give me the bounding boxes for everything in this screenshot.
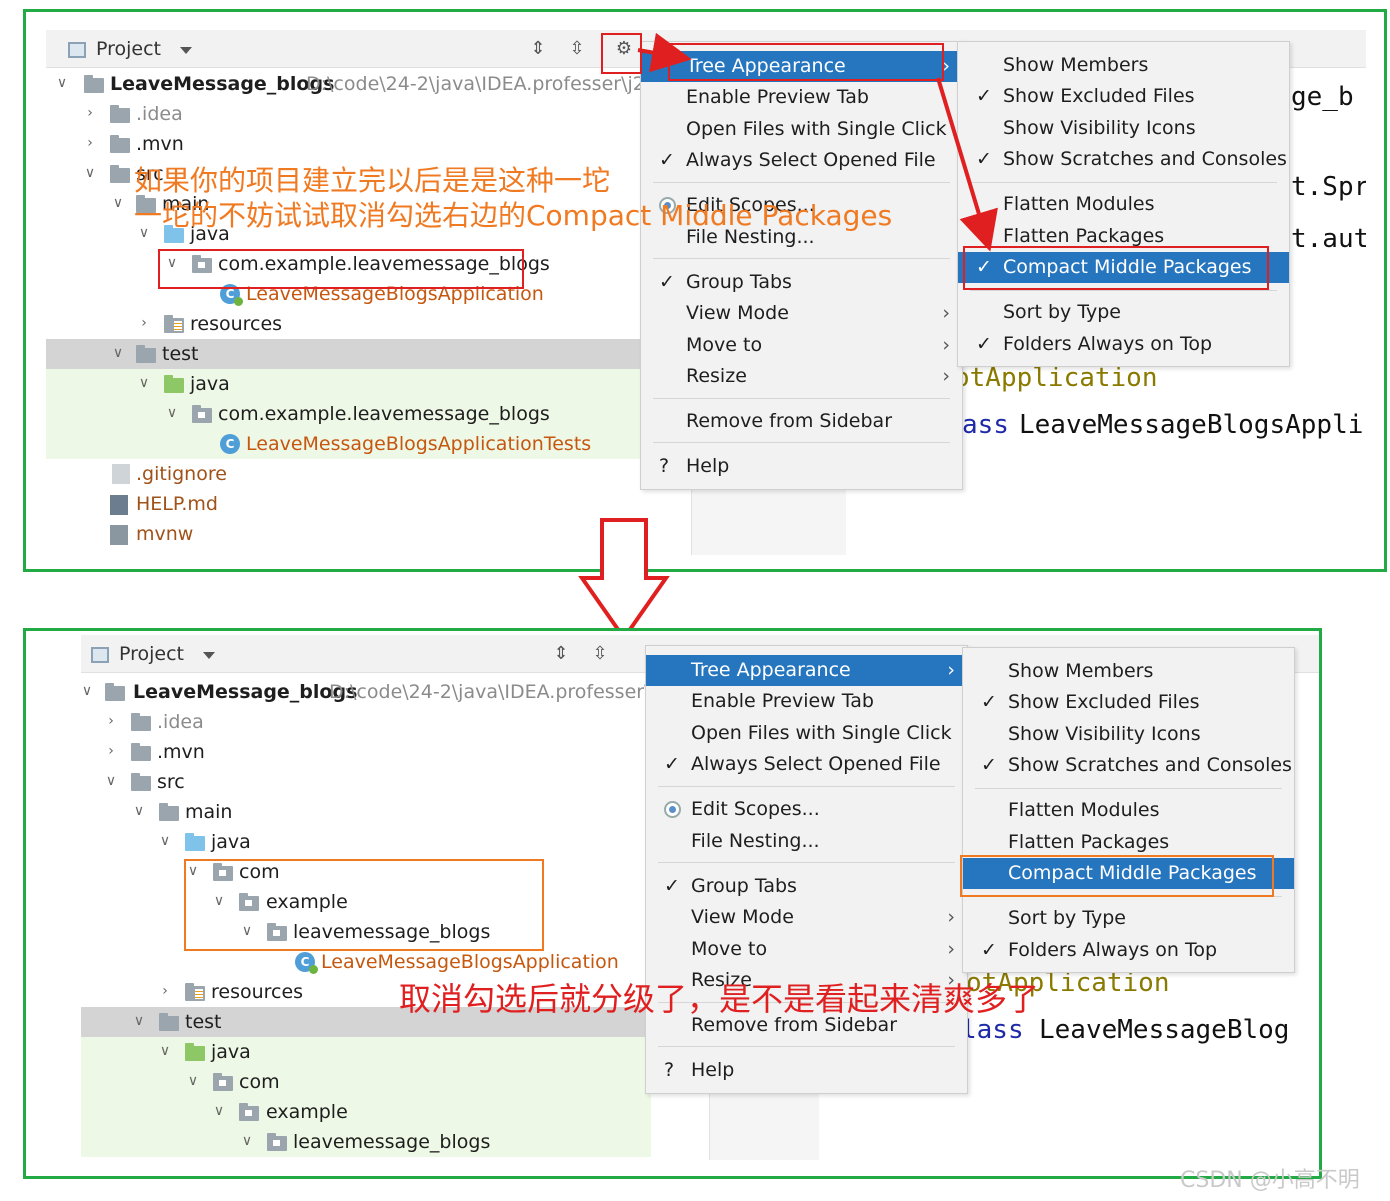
submenu-item-show-visibility[interactable]: Show Visibility Icons (963, 719, 1294, 750)
chevron-down-icon[interactable]: ∨ (131, 1013, 147, 1029)
project-view-title[interactable]: Project (119, 643, 184, 665)
menu-separator (658, 862, 955, 863)
module-folder-icon (105, 683, 125, 701)
tree-appearance-submenu: Show Members ✓ Show Excluded Files Show V… (962, 647, 1295, 973)
menu-item-tree-appearance[interactable]: Tree Appearance › (646, 655, 967, 686)
package-label: leavemessage_blogs (293, 1131, 491, 1153)
folder-icon (159, 1013, 179, 1031)
chevron-down-icon[interactable]: ∨ (157, 1043, 173, 1059)
folder-label: java (211, 831, 251, 853)
tree-row-app-class[interactable]: C LeaveMessageBlogsApplication (81, 947, 651, 977)
tree-row-idea[interactable]: › .idea (81, 707, 651, 737)
annotation-result: 取消勾选后就分级了，是不是看起来清爽多了 (399, 980, 1040, 1018)
menu-item-group-tabs[interactable]: ✓ Group Tabs (646, 871, 967, 902)
submenu-item-folders-on-top[interactable]: ✓ Folders Always on Top (963, 935, 1294, 966)
down-arrow-icon (578, 518, 670, 642)
folder-label: resources (211, 981, 304, 1003)
folder-icon (159, 803, 179, 821)
tree-row-main[interactable]: ∨ main (81, 797, 651, 827)
expand-all-icon[interactable]: ⇕ (551, 644, 571, 664)
menu-item-move-to[interactable]: Move to › (646, 934, 967, 965)
scopes-icon (664, 801, 681, 818)
annotation-line-2: 一坨的不妨试试取消勾选右边的Compact Middle Packages (134, 199, 893, 232)
package-icon (239, 1103, 259, 1121)
root-name: LeaveMessage_blogs (133, 681, 358, 703)
menu-item-open-single-click[interactable]: Open Files with Single Click (646, 718, 967, 749)
annotation-arrows (637, 32, 998, 252)
tree-row-mvn[interactable]: › .mvn (81, 737, 651, 767)
highlight-compact-middle-box (960, 855, 1274, 897)
menu-separator (658, 786, 955, 787)
submenu-item-flatten-modules[interactable]: Flatten Modules (963, 795, 1294, 826)
tree-row-test-leavemessage[interactable]: ∨ leavemessage_blogs (81, 1127, 651, 1157)
arrow-gear-to-menu (637, 32, 692, 73)
project-view-icon (91, 647, 109, 663)
chevron-down-icon[interactable]: ∨ (81, 683, 95, 699)
root-path: D:\code\24-2\java\IDEA.professer\j20 (329, 681, 680, 703)
package-icon (213, 1073, 233, 1091)
folder-label: .mvn (157, 741, 205, 763)
class-label: LeaveMessageBlogsApplication (321, 951, 619, 973)
test-source-folder-icon (185, 1043, 205, 1061)
folder-icon (131, 743, 151, 761)
chevron-down-icon[interactable]: ∨ (131, 803, 147, 819)
folder-label: java (211, 1041, 251, 1063)
chevron-down-icon[interactable]: ∨ (157, 833, 173, 849)
help-icon: ? (664, 1059, 675, 1081)
annotation-line-1: 如果你的项目建立完以后是是这种一坨 (134, 164, 611, 197)
resources-folder-icon (185, 983, 205, 1001)
tree-row-test-com[interactable]: ∨ com (81, 1067, 651, 1097)
chevron-right-icon[interactable]: › (103, 713, 119, 729)
submenu-item-show-scratches[interactable]: ✓ Show Scratches and Consoles (963, 750, 1294, 781)
after-screenshot-panel: Project ⇕ ⇳ ∨ LeaveMessage_blogs D:\code… (23, 628, 1322, 1179)
menu-item-enable-preview-tab[interactable]: Enable Preview Tab (646, 686, 967, 717)
chevron-down-icon[interactable]: ∨ (185, 1073, 201, 1089)
package-icon (267, 1133, 287, 1151)
code-fragment: LeaveMessageBlog (1039, 1015, 1290, 1045)
tree-row-root[interactable]: ∨ LeaveMessage_blogs D:\code\24-2\java\I… (81, 677, 680, 707)
options-menu: Tree Appearance › Enable Preview Tab Open… (645, 645, 968, 1094)
folder-label: src (157, 771, 185, 793)
tree-row-src[interactable]: ∨ src (81, 767, 651, 797)
chevron-right-icon[interactable]: › (157, 983, 173, 999)
chevron-down-icon[interactable]: ∨ (239, 1133, 255, 1149)
highlight-hierarchy-box (184, 859, 544, 951)
tree-row-java[interactable]: ∨ java (81, 827, 651, 857)
menu-separator (658, 1046, 955, 1047)
tree-row-test-example[interactable]: ∨ example (81, 1097, 651, 1127)
before-screenshot-panel: Project ⇕ ⇳ ⚙ ∨ LeaveMessage_blogs D:\co… (23, 9, 1387, 572)
menu-item-view-mode[interactable]: View Mode › (646, 902, 967, 933)
menu-item-edit-scopes[interactable]: Edit Scopes... (646, 794, 967, 825)
submenu-item-show-excluded[interactable]: ✓ Show Excluded Files (963, 687, 1294, 718)
submenu-item-show-members[interactable]: Show Members (963, 656, 1294, 687)
watermark: CSDN @小高不明 (1180, 1168, 1360, 1193)
folder-icon (131, 773, 151, 791)
collapse-all-icon[interactable]: ⇳ (590, 644, 610, 664)
folder-label: test (185, 1011, 222, 1033)
chevron-down-icon[interactable]: ∨ (211, 1103, 227, 1119)
package-label: example (266, 1101, 348, 1123)
folder-label: .idea (157, 711, 204, 733)
folder-label: main (185, 801, 233, 823)
menu-separator (975, 788, 1282, 789)
package-label: com (239, 1071, 280, 1093)
spring-class-icon: C (295, 952, 318, 974)
chevron-right-icon[interactable]: › (103, 743, 119, 759)
arrow-menu-to-compact (936, 77, 998, 252)
submenu-item-flatten-packages[interactable]: Flatten Packages (963, 827, 1294, 858)
menu-item-file-nesting[interactable]: File Nesting... (646, 826, 967, 857)
chevron-down-icon[interactable]: ∨ (103, 773, 119, 789)
tree-row-test-java[interactable]: ∨ java (81, 1037, 651, 1067)
project-view-dropdown-icon[interactable] (203, 652, 215, 659)
folder-icon (131, 713, 151, 731)
menu-item-always-select[interactable]: ✓ Always Select Opened File (646, 749, 967, 780)
source-folder-icon (185, 833, 205, 851)
submenu-item-sort-by-type[interactable]: Sort by Type (963, 903, 1294, 934)
menu-item-help[interactable]: ? Help (646, 1055, 967, 1086)
